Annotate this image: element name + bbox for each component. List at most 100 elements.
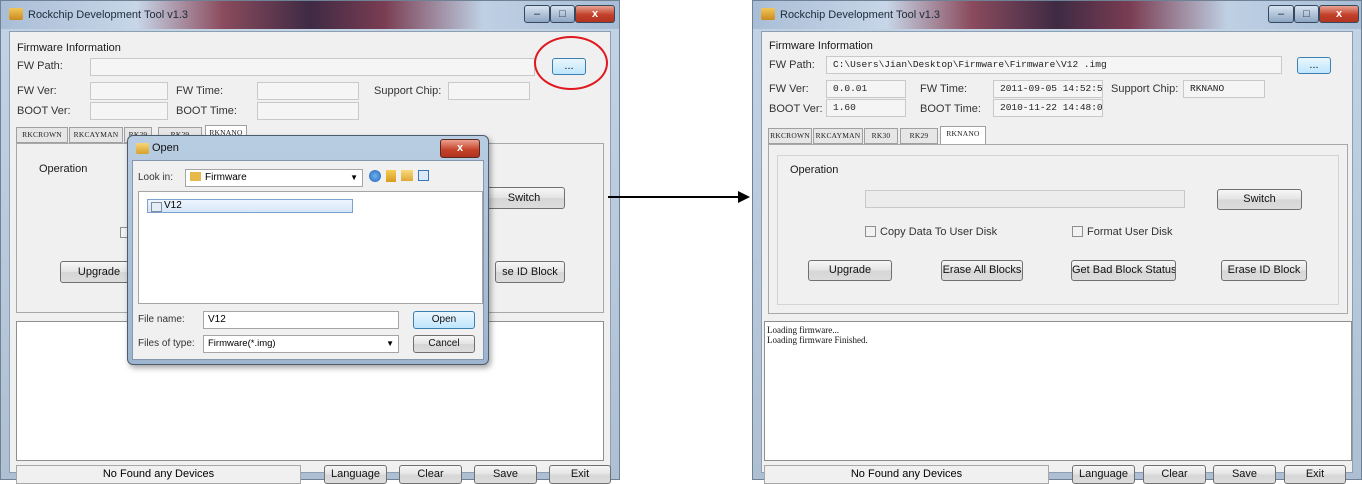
erase-all-blocks-button[interactable]: Erase All Blocks bbox=[941, 260, 1023, 281]
highlight-circle bbox=[534, 36, 608, 90]
file-item-v12[interactable]: V12 bbox=[147, 199, 353, 213]
support-chip-label: Support Chip: bbox=[1111, 83, 1179, 95]
device-status: No Found any Devices bbox=[764, 465, 1049, 484]
tab-rkcayman[interactable]: RKCAYMAN bbox=[69, 127, 123, 143]
browse-button[interactable]: ... bbox=[1297, 57, 1331, 74]
exit-button[interactable]: Exit bbox=[549, 465, 611, 484]
tab-rk30[interactable]: RK30 bbox=[864, 128, 898, 144]
fw-ver-field bbox=[90, 82, 168, 100]
file-item-label: V12 bbox=[164, 200, 182, 211]
title-bar[interactable]: Rockchip Development Tool v1.3 – □ x bbox=[753, 1, 1361, 29]
switch-button[interactable]: Switch bbox=[483, 187, 565, 209]
boot-time-field: 2010-11-22 14:48:07 bbox=[993, 99, 1103, 117]
support-chip-field bbox=[448, 82, 530, 100]
files-of-type-select[interactable]: Firmware(*.img) ▼ bbox=[203, 335, 399, 353]
boot-ver-field bbox=[90, 102, 168, 120]
language-button[interactable]: Language bbox=[324, 465, 387, 484]
file-name-label: File name: bbox=[138, 314, 185, 325]
boot-time-label: BOOT Time: bbox=[176, 105, 237, 117]
support-chip-label: Support Chip: bbox=[374, 85, 442, 97]
save-button[interactable]: Save bbox=[1213, 465, 1276, 484]
firmware-info-title: Firmware Information bbox=[769, 40, 873, 52]
open-button[interactable]: Open bbox=[413, 311, 475, 329]
language-button[interactable]: Language bbox=[1072, 465, 1135, 484]
app-icon bbox=[9, 8, 23, 20]
open-file-dialog: Open x Look in: Firmware ▼ V12 File name… bbox=[127, 135, 489, 365]
fw-time-field bbox=[257, 82, 359, 100]
fw-ver-label: FW Ver: bbox=[17, 85, 57, 97]
support-chip-field: RKNANO bbox=[1183, 80, 1265, 98]
app-icon bbox=[761, 8, 775, 20]
file-name-input[interactable]: V12 bbox=[203, 311, 399, 329]
window-client: Firmware Information FW Path: C:\Users\J… bbox=[761, 31, 1353, 484]
operation-title: Operation bbox=[790, 164, 839, 176]
fw-path-field: C:\Users\Jian\Desktop\Firmware\Firmware\… bbox=[826, 56, 1282, 74]
format-user-disk-checkbox[interactable] bbox=[1072, 226, 1083, 237]
arrow-head-icon bbox=[738, 191, 750, 203]
tab-rknano[interactable]: RKNANO bbox=[940, 126, 986, 144]
back-icon[interactable] bbox=[369, 170, 381, 182]
look-in-combo[interactable]: Firmware ▼ bbox=[185, 169, 363, 187]
get-bad-block-status-button[interactable]: Get Bad Block Status bbox=[1071, 260, 1176, 281]
maximize-button[interactable]: □ bbox=[550, 5, 575, 23]
erase-id-block-button[interactable]: se ID Block bbox=[495, 261, 565, 283]
log-area[interactable]: Loading firmware... Loading firmware Fin… bbox=[764, 321, 1352, 461]
title-bar[interactable]: Rockchip Development Tool v1.3 – □ x bbox=[1, 1, 619, 29]
up-folder-icon[interactable] bbox=[386, 170, 396, 182]
fw-time-field: 2011-09-05 14:52:57 bbox=[993, 80, 1103, 98]
fw-path-label: FW Path: bbox=[17, 60, 63, 72]
cancel-button[interactable]: Cancel bbox=[413, 335, 475, 353]
operation-group: Operation Switch Copy Data To User Disk … bbox=[777, 155, 1339, 305]
log-line: Loading firmware Finished. bbox=[767, 335, 868, 345]
fw-time-label: FW Time: bbox=[920, 83, 968, 95]
new-folder-icon[interactable] bbox=[401, 170, 413, 181]
close-button[interactable]: x bbox=[1319, 5, 1359, 23]
tab-rkcayman[interactable]: RKCAYMAN bbox=[813, 128, 863, 144]
exit-button[interactable]: Exit bbox=[1284, 465, 1346, 484]
file-list[interactable]: V12 bbox=[138, 191, 483, 304]
clear-button[interactable]: Clear bbox=[1143, 465, 1206, 484]
window-title: Rockchip Development Tool v1.3 bbox=[780, 9, 940, 21]
operation-title: Operation bbox=[39, 163, 88, 175]
firmware-info-title: Firmware Information bbox=[17, 42, 121, 54]
save-button[interactable]: Save bbox=[474, 465, 537, 484]
fw-path-field bbox=[90, 58, 535, 76]
dialog-client: Look in: Firmware ▼ V12 File name: V12 O… bbox=[132, 160, 484, 360]
progress-bar bbox=[865, 190, 1185, 208]
dialog-title: Open bbox=[152, 142, 179, 154]
folder-icon bbox=[136, 143, 149, 154]
switch-button[interactable]: Switch bbox=[1217, 189, 1302, 210]
boot-ver-label: BOOT Ver: bbox=[769, 103, 823, 115]
log-line: Loading firmware... bbox=[767, 325, 839, 335]
dialog-close-button[interactable]: x bbox=[440, 139, 480, 158]
clear-button[interactable]: Clear bbox=[399, 465, 462, 484]
chevron-down-icon: ▼ bbox=[386, 339, 394, 348]
copy-data-label[interactable]: Copy Data To User Disk bbox=[880, 226, 997, 238]
arrow-line bbox=[608, 196, 744, 198]
view-menu-icon[interactable] bbox=[418, 170, 429, 181]
chevron-down-icon: ▼ bbox=[350, 173, 358, 182]
tab-panel: Operation Switch Copy Data To User Disk … bbox=[768, 144, 1348, 314]
look-in-label: Look in: bbox=[138, 172, 174, 183]
minimize-button[interactable]: – bbox=[524, 5, 550, 23]
upgrade-button[interactable]: Upgrade bbox=[808, 260, 892, 281]
maximize-button[interactable]: □ bbox=[1294, 5, 1319, 23]
format-user-disk-label[interactable]: Format User Disk bbox=[1087, 226, 1173, 238]
files-of-type-value: Firmware(*.img) bbox=[208, 338, 276, 349]
tab-rkcrown[interactable]: RKCROWN bbox=[768, 128, 812, 144]
right-app-window: Rockchip Development Tool v1.3 – □ x Fir… bbox=[752, 0, 1362, 484]
fw-ver-field: 0.0.01 bbox=[826, 80, 906, 98]
fw-path-label: FW Path: bbox=[769, 59, 815, 71]
folder-icon bbox=[190, 172, 201, 181]
boot-time-field bbox=[257, 102, 359, 120]
files-of-type-label: Files of type: bbox=[138, 338, 195, 349]
erase-id-block-button[interactable]: Erase ID Block bbox=[1221, 260, 1307, 281]
device-status: No Found any Devices bbox=[16, 465, 301, 484]
copy-data-checkbox[interactable] bbox=[865, 226, 876, 237]
boot-time-label: BOOT Time: bbox=[920, 103, 981, 115]
tab-rk29[interactable]: RK29 bbox=[900, 128, 938, 144]
tab-rkcrown[interactable]: RKCROWN bbox=[16, 127, 68, 143]
minimize-button[interactable]: – bbox=[1268, 5, 1294, 23]
close-button[interactable]: x bbox=[575, 5, 615, 23]
boot-ver-field: 1.60 bbox=[826, 99, 906, 117]
